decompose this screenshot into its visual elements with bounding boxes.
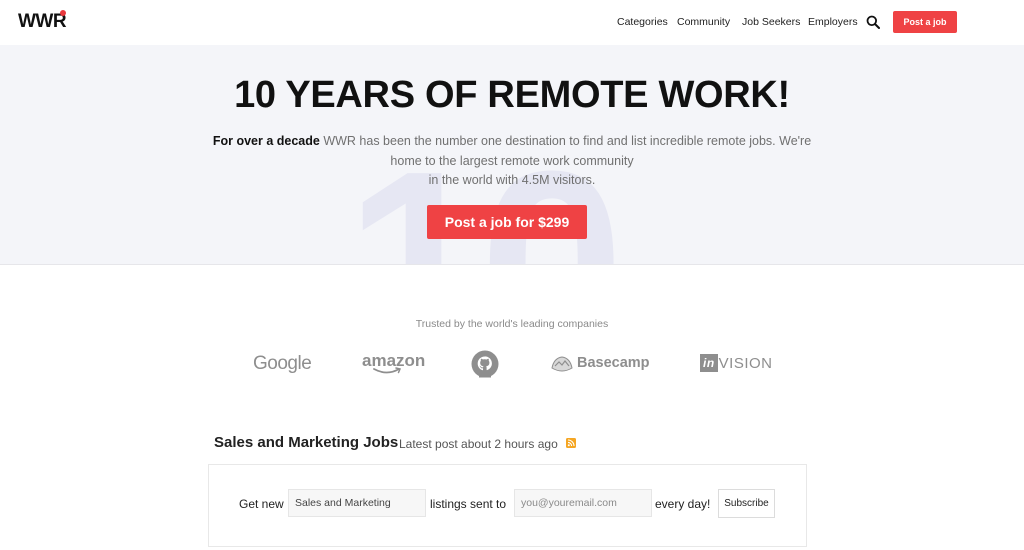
- hero-desc-bold: For over a decade: [212, 134, 320, 148]
- jobs-latest-post: Latest post about 2 hours ago: [399, 437, 558, 451]
- nav-community[interactable]: Community: [677, 16, 730, 28]
- rss-icon[interactable]: [566, 438, 576, 448]
- hero-desc-line3: in the world with 4.5M visitors.: [428, 173, 596, 187]
- subscribe-button[interactable]: Subscribe: [718, 489, 775, 518]
- hero-desc-line1: WWR has been the number one destination …: [319, 134, 812, 148]
- hero-banner: 10 10 YEARS OF REMOTE WORK! For over a d…: [0, 45, 1024, 265]
- invision-logo-box: in: [700, 354, 718, 372]
- subscribe-text-every-day: every day!: [655, 497, 711, 511]
- hero-desc-line2: home to the largest remote work communit…: [390, 153, 634, 168]
- basecamp-logo-text: Basecamp: [577, 355, 650, 371]
- google-logo: Google: [253, 353, 312, 374]
- subscribe-text-get-new: Get new: [239, 497, 284, 511]
- nav-employers[interactable]: Employers: [808, 16, 858, 28]
- hero-description: For over a decade WWR has been the numbe…: [200, 132, 824, 191]
- post-job-cta-button[interactable]: Post a job for $299: [427, 205, 587, 239]
- subscribe-category-input[interactable]: [288, 489, 426, 517]
- nav-categories[interactable]: Categories: [617, 16, 668, 28]
- site-header: WWR Categories Community Job Seekers Emp…: [0, 0, 1024, 45]
- trusted-caption: Trusted by the world's leading companies: [415, 318, 609, 330]
- basecamp-mountain-icon: [551, 356, 573, 372]
- basecamp-logo: Basecamp: [550, 354, 650, 372]
- logo-dot: [60, 10, 66, 16]
- invision-logo: in VISION: [700, 354, 773, 372]
- jobs-section-title: Sales and Marketing Jobs: [214, 434, 399, 451]
- amazon-smile-icon: [373, 367, 402, 374]
- post-job-button[interactable]: Post a job: [893, 11, 957, 33]
- subscribe-email-input[interactable]: [514, 489, 652, 517]
- invision-logo-text: VISION: [718, 354, 773, 372]
- subscribe-text-listings: listings sent to: [430, 497, 507, 511]
- nav-job-seekers[interactable]: Job Seekers: [742, 16, 800, 28]
- search-icon[interactable]: [866, 15, 880, 29]
- github-logo-icon: [471, 350, 499, 378]
- hero-title: 10 YEARS OF REMOTE WORK!: [234, 74, 790, 116]
- wwr-logo[interactable]: WWR: [18, 11, 67, 33]
